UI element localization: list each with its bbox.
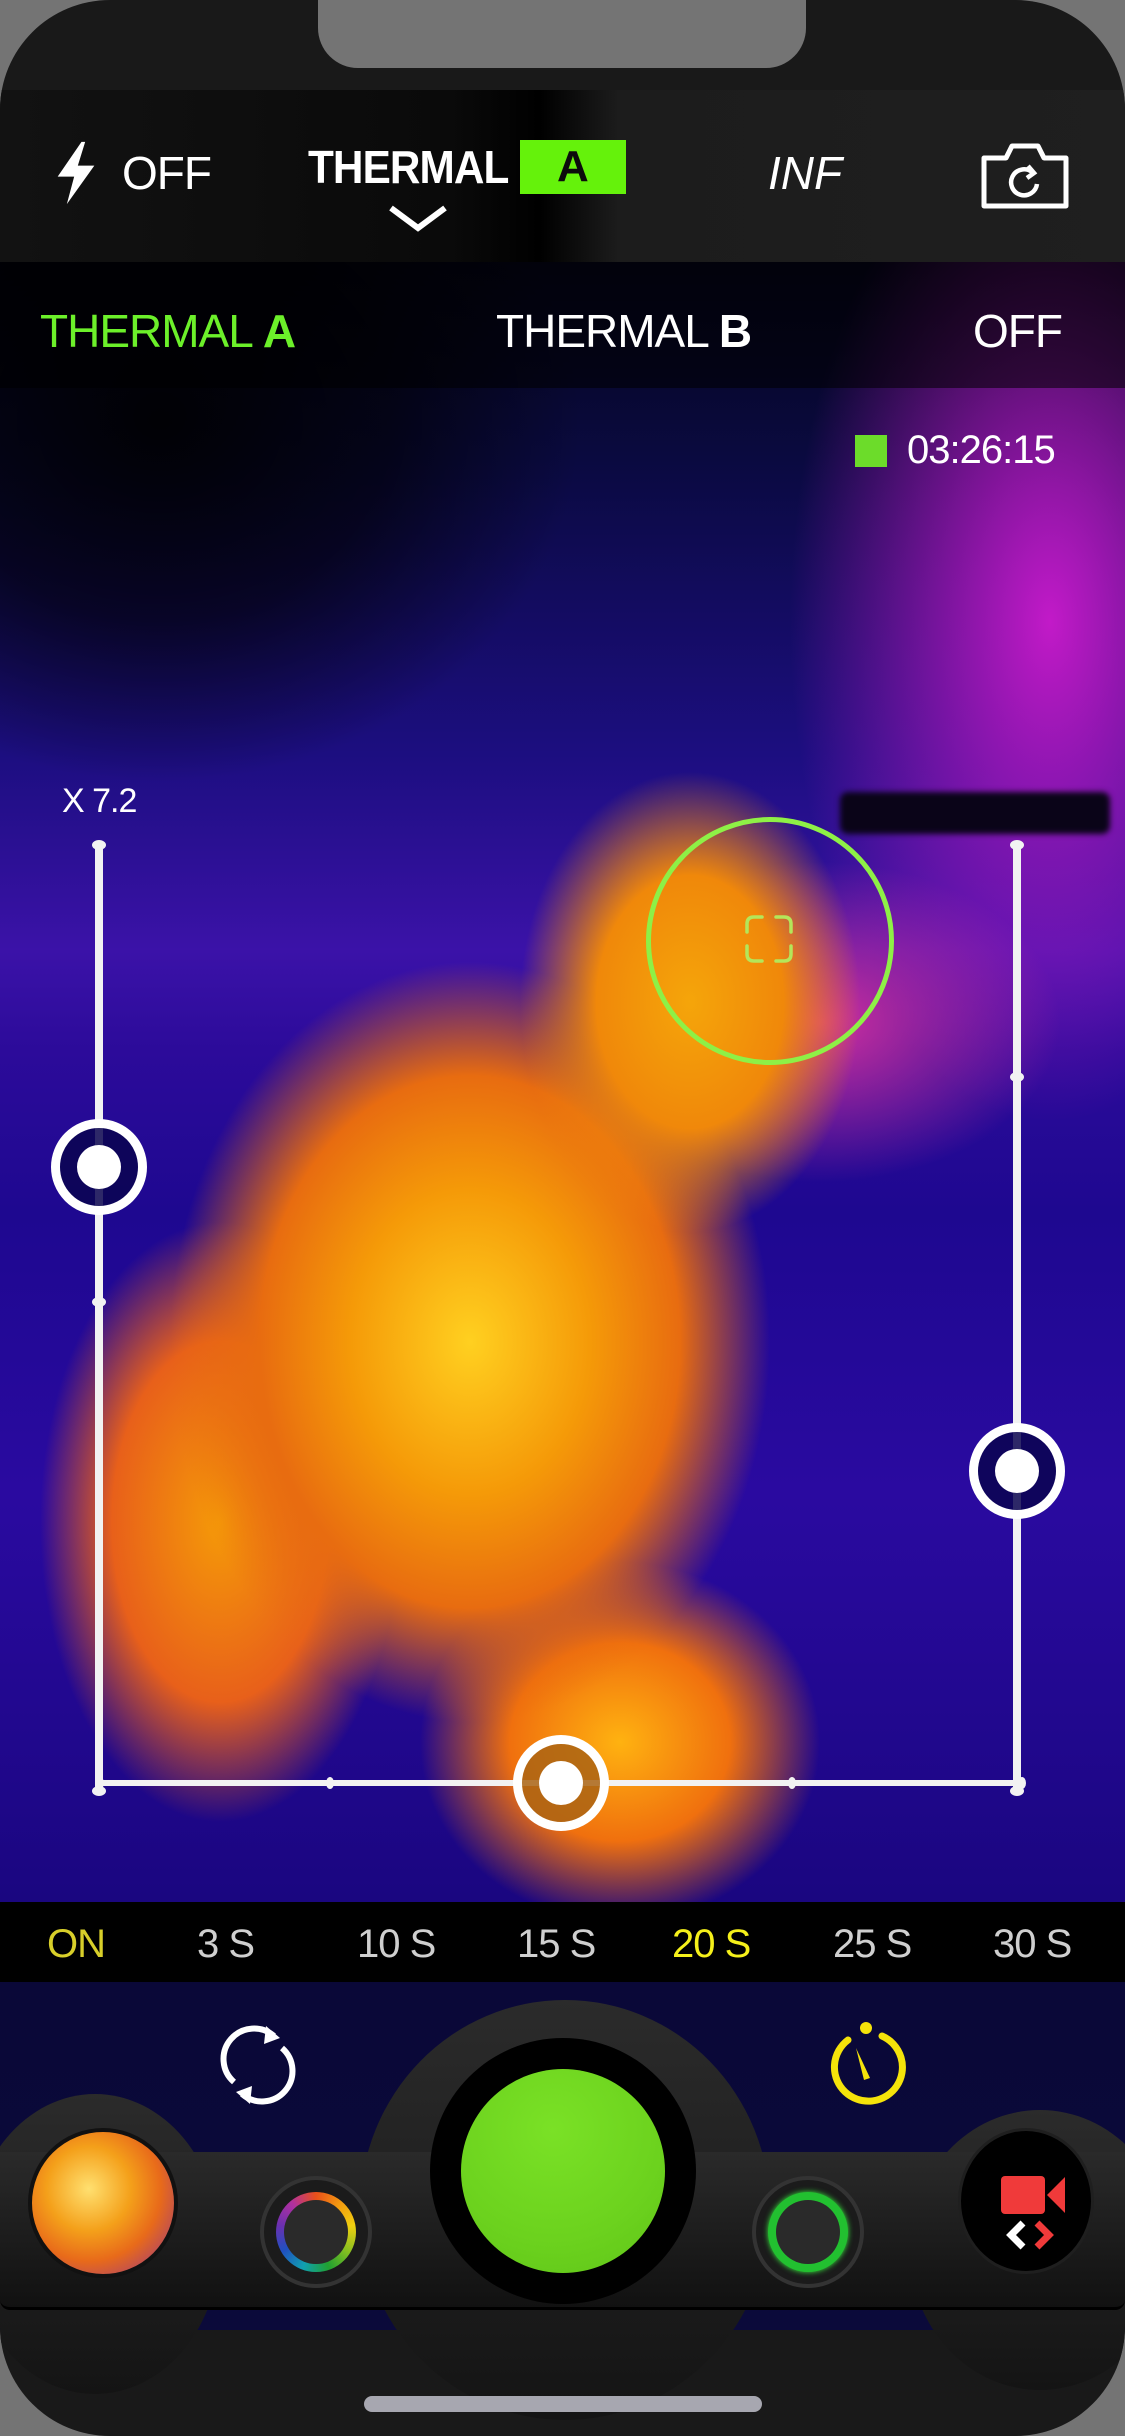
timer-option[interactable]: 10 S	[357, 1922, 436, 1967]
home-indicator[interactable]	[364, 2396, 762, 2412]
gallery-thumbnail[interactable]	[28, 2128, 178, 2278]
exposure-slider-track[interactable]	[1010, 840, 1024, 1796]
recording-time: 03:26:15	[907, 428, 1056, 472]
record-status-icon	[855, 434, 887, 467]
mode-option-thermal-a[interactable]: THERMAL A	[40, 304, 296, 358]
slider-handle-dot	[539, 1761, 583, 1805]
flash-label: OFF	[122, 147, 212, 199]
thermal-viewfinder[interactable]: THERMAL A THERMAL B OFF 03:26:15 X 7.2	[0, 262, 1125, 1902]
timer-option[interactable]: ON	[47, 1922, 106, 1967]
zoom-level-label: X 7.2	[62, 782, 137, 820]
mode-option-thermal-b[interactable]: THERMAL B	[496, 304, 752, 358]
shutter-button-fill	[461, 2069, 665, 2273]
slider-cap	[1018, 1777, 1026, 1789]
slider-handle-dot	[995, 1449, 1039, 1493]
mode-selector: THERMAL A THERMAL B OFF	[0, 262, 1125, 388]
thermal-subject-detail	[840, 792, 1110, 834]
chevron-down-icon[interactable]	[385, 204, 451, 232]
slider-tick	[92, 1297, 106, 1307]
green-filter-icon	[768, 2192, 848, 2272]
timer-option[interactable]: 25 S	[833, 1922, 912, 1967]
horizontal-slider-handle[interactable]	[513, 1735, 609, 1831]
color-palette-button[interactable]	[260, 2176, 372, 2288]
slider-handle-dot	[77, 1145, 121, 1189]
timer-icon[interactable]	[826, 2020, 910, 2112]
camera-rotate-icon[interactable]	[980, 140, 1070, 210]
green-filter-button[interactable]	[752, 2176, 864, 2288]
timer-option-selected[interactable]: 20 S	[672, 1922, 751, 1967]
flash-icon	[57, 141, 95, 205]
mode-badge: A	[519, 140, 626, 194]
bottom-controls	[0, 1982, 1125, 2420]
recording-indicator: 03:26:15	[855, 428, 1056, 473]
slider-cap	[96, 1777, 104, 1789]
zoom-slider-track[interactable]	[92, 840, 106, 1796]
shutter-button[interactable]	[430, 2038, 696, 2304]
top-toolbar: OFF THERMAL A INF	[0, 90, 1125, 262]
slider-cap	[92, 840, 106, 850]
exposure-slider-handle[interactable]	[969, 1423, 1065, 1519]
mode-title: THERMAL	[308, 141, 509, 193]
slider-cap	[1010, 840, 1024, 850]
color-palette-icon	[276, 2192, 356, 2272]
zoom-slider-handle[interactable]	[51, 1119, 147, 1215]
timer-option[interactable]: 15 S	[517, 1922, 596, 1967]
phone-screen: OFF THERMAL A INF THERMAL A THERMAL B OF…	[0, 0, 1125, 2436]
mode-option-off[interactable]: OFF	[973, 304, 1063, 358]
slider-tick	[1010, 1072, 1024, 1082]
video-camera-icon	[1001, 2176, 1065, 2250]
slider-tick	[326, 1777, 334, 1789]
video-mode-switch[interactable]	[958, 2128, 1094, 2274]
focus-mode-label[interactable]: INF	[768, 146, 842, 200]
timer-option[interactable]: 30 S	[993, 1922, 1072, 1967]
notch	[318, 0, 806, 68]
sync-icon[interactable]	[218, 2022, 298, 2108]
timer-option[interactable]: 3 S	[197, 1922, 255, 1967]
timer-selector: ON 3 S 10 S 15 S 20 S 25 S 30 S	[0, 1902, 1125, 1982]
slider-tick	[788, 1777, 796, 1789]
mode-dropdown[interactable]: THERMAL A	[308, 140, 626, 194]
focus-target-icon	[745, 915, 793, 963]
flash-toggle[interactable]: OFF	[48, 140, 212, 206]
